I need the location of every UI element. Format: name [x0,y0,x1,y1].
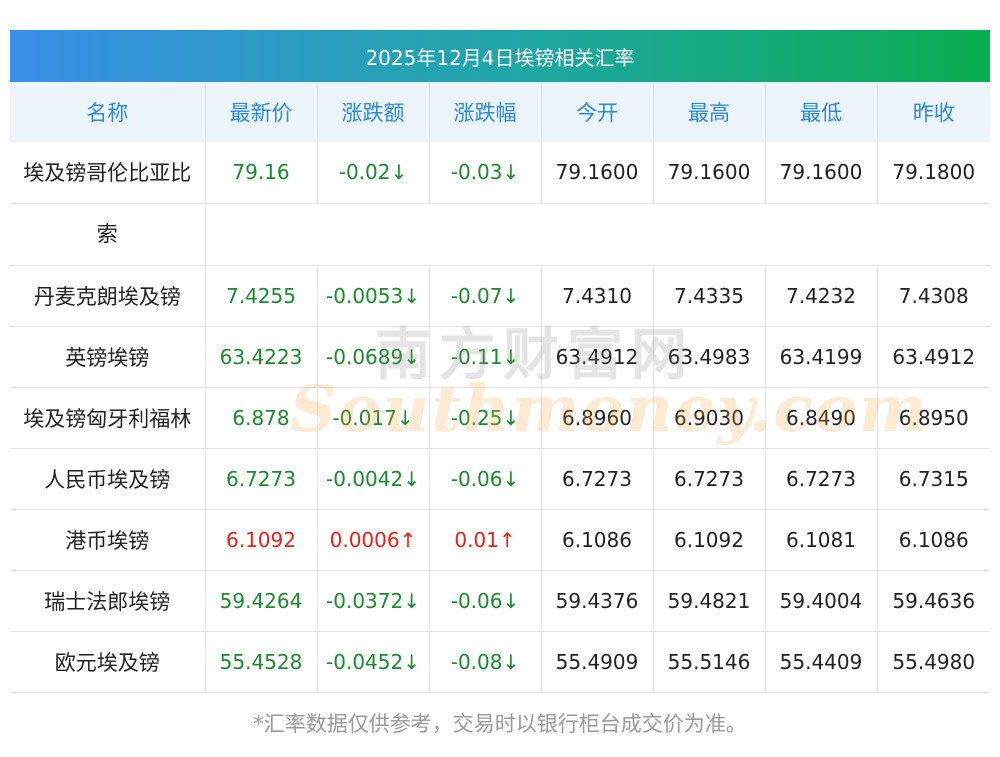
column-header-latest: 最新价 [205,82,318,142]
cell-change: -0.0452↓ [317,631,430,693]
column-header-low: 最低 [765,82,878,142]
cell-change-pct: -0.11↓ [429,326,542,388]
cell-open: 63.4912 [541,326,654,388]
cell-change: 0.0006↑ [317,509,430,571]
cell-prev-close: 63.4912 [877,326,990,388]
cell-change: -0.0689↓ [317,326,430,388]
cell-high: 7.4335 [653,265,766,327]
cell-latest: 6.7273 [205,448,318,510]
table-row: 瑞士法郎埃镑 59.4264 -0.0372↓ -0.06↓ 59.4376 59.482… [10,570,990,632]
table-title: 2025年12月4日埃镑相关汇率 [10,30,990,82]
cell-change-pct: -0.07↓ [429,265,542,327]
cell-change-pct: -0.08↓ [429,631,542,693]
cell-change: -0.017↓ [317,387,430,449]
cell-name: 人民币埃及镑 [10,448,206,510]
cell-low: 6.7273 [765,448,878,510]
cell-name-continued: 索 [10,203,206,266]
cell-prev-close: 55.4980 [877,631,990,693]
column-header-prev-close: 昨收 [877,82,990,142]
cell-latest: 6.878 [205,387,318,449]
cell-latest: 55.4528 [205,631,318,693]
cell-low: 63.4199 [765,326,878,388]
cell-change: -0.0042↓ [317,448,430,510]
cell-open: 55.4909 [541,631,654,693]
cell-change-pct: -0.03↓ [429,142,542,204]
cell-open: 6.1086 [541,509,654,571]
cell-change: -0.02↓ [317,142,430,204]
cell-open: 7.4310 [541,265,654,327]
cell-latest: 6.1092 [205,509,318,571]
cell-low: 7.4232 [765,265,878,327]
column-header-change: 涨跌额 [317,82,430,142]
cell-latest: 79.16 [205,142,318,204]
column-header-open: 今开 [541,82,654,142]
cell-latest: 59.4264 [205,570,318,632]
cell-name: 丹麦克朗埃及镑 [10,265,206,327]
cell-low: 6.1081 [765,509,878,571]
cell-high: 63.4983 [653,326,766,388]
cell-open: 6.8960 [541,387,654,449]
cell-high: 59.4821 [653,570,766,632]
cell-name: 埃及镑匈牙利福林 [10,387,206,449]
cell-change-pct: -0.06↓ [429,570,542,632]
cell-low: 79.1600 [765,142,878,204]
table-row: 英镑埃镑 63.4223 -0.0689↓ -0.11↓ 63.4912 63.4983 6… [10,326,990,388]
cell-high: 55.5146 [653,631,766,693]
column-header-high: 最高 [653,82,766,142]
cell-latest: 63.4223 [205,326,318,388]
footnote: *汇率数据仅供参考，交易时以银行柜台成交价为准。 [253,712,747,736]
cell-name: 欧元埃及镑 [10,631,206,693]
table-row: 埃及镑匈牙利福林 6.878 -0.017↓ -0.25↓ 6.8960 6.9030 6.… [10,387,990,449]
cell-change: -0.0053↓ [317,265,430,327]
table-row-continuation: 索 [10,203,990,266]
table-header-row: 名称 最新价 涨跌额 涨跌幅 今开 最高 最低 昨收 [10,82,990,142]
column-header-change-pct: 涨跌幅 [429,82,542,142]
table-row: 人民币埃及镑 6.7273 -0.0042↓ -0.06↓ 6.7273 6.7273 6.… [10,448,990,510]
cell-prev-close: 59.4636 [877,570,990,632]
table-row: 丹麦克朗埃及镑 7.4255 -0.0053↓ -0.07↓ 7.4310 7.4335 7… [10,265,990,327]
cell-high: 79.1600 [653,142,766,204]
table-row: 欧元埃及镑 55.4528 -0.0452↓ -0.08↓ 55.4909 55.5146… [10,631,990,693]
cell-change-pct: -0.06↓ [429,448,542,510]
cell-high: 6.9030 [653,387,766,449]
cell-open: 59.4376 [541,570,654,632]
cell-change-pct: -0.25↓ [429,387,542,449]
cell-prev-close: 79.1800 [877,142,990,204]
cell-latest: 7.4255 [205,265,318,327]
cell-name: 埃及镑哥伦比亚比 [10,142,206,204]
cell-open: 6.7273 [541,448,654,510]
cell-low: 55.4409 [765,631,878,693]
column-header-name: 名称 [10,82,206,142]
table-row: 埃及镑哥伦比亚比 79.16 -0.02↓ -0.03↓ 79.1600 79.1600 7… [10,142,990,204]
cell-name: 英镑埃镑 [10,326,206,388]
table-row: 港币埃镑 6.1092 0.0006↑ 0.01↑ 6.1086 6.1092 6.1081… [10,509,990,571]
exchange-rate-table: 名称 最新价 涨跌额 涨跌幅 今开 最高 最低 昨收 埃及镑哥伦比亚比 79.16… [10,82,990,693]
cell-low: 6.8490 [765,387,878,449]
cell-prev-close: 6.8950 [877,387,990,449]
cell-prev-close: 7.4308 [877,265,990,327]
cell-low: 59.4004 [765,570,878,632]
cell-prev-close: 6.7315 [877,448,990,510]
cell-high: 6.7273 [653,448,766,510]
cell-prev-close: 6.1086 [877,509,990,571]
cell-name: 瑞士法郎埃镑 [10,570,206,632]
blank-cell [205,203,990,266]
cell-open: 79.1600 [541,142,654,204]
cell-high: 6.1092 [653,509,766,571]
cell-change-pct: 0.01↑ [429,509,542,571]
cell-change: -0.0372↓ [317,570,430,632]
cell-name: 港币埃镑 [10,509,206,571]
